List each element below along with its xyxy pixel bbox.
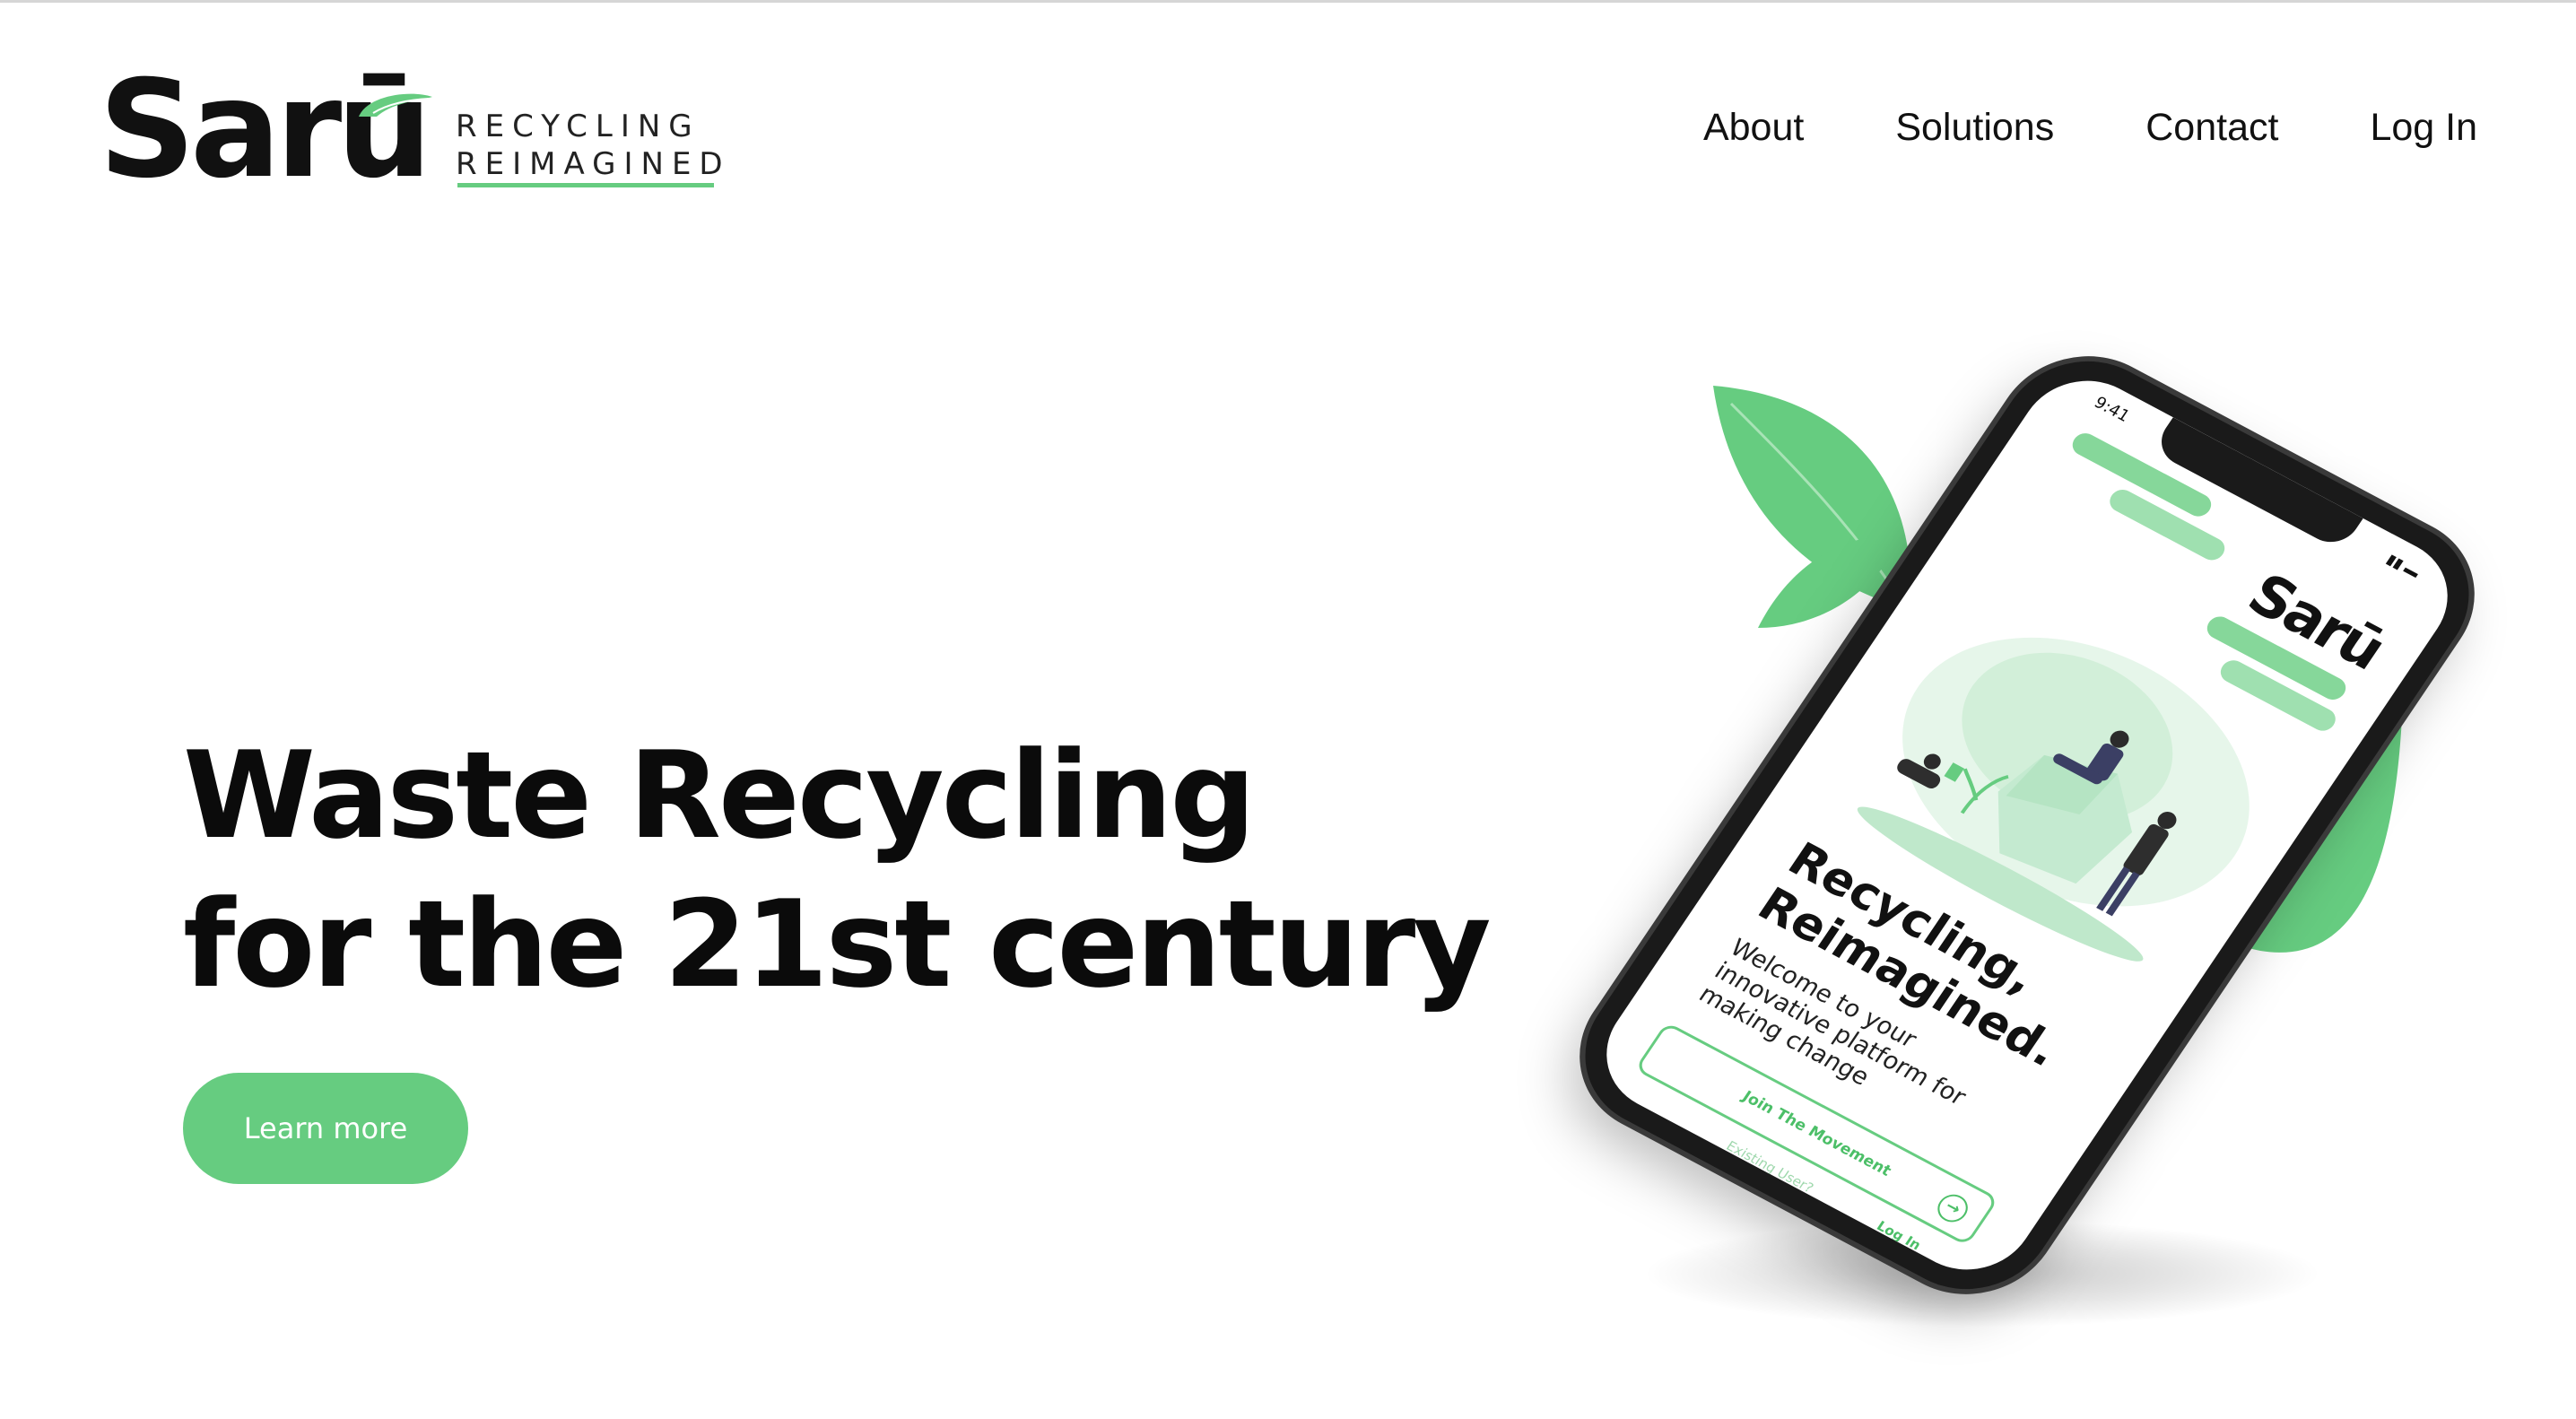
brand-logo[interactable]: Sarū RECYCLING REIMAGINED <box>99 63 744 197</box>
hero-heading-line2: for the 21st century <box>183 875 1492 1014</box>
screen-login-link[interactable]: Log In <box>1874 1218 1924 1253</box>
nav-link-solutions[interactable]: Solutions <box>1895 106 2054 150</box>
nav-link-login[interactable]: Log In <box>2370 106 2477 150</box>
logo-tagline-line2: REIMAGINED <box>456 146 731 182</box>
status-time: 9:41 <box>2090 393 2134 426</box>
logo-wordmark: Sarū <box>99 52 432 208</box>
screen-logo: Sarū <box>2235 562 2396 683</box>
logo-underline <box>457 183 714 187</box>
logo-tagline-line1: RECYCLING <box>456 109 701 144</box>
logo-leaf-icon <box>359 93 432 117</box>
learn-more-button[interactable]: Learn more <box>183 1073 468 1184</box>
top-divider <box>0 0 2576 3</box>
logo-tagline: RECYCLING REIMAGINED <box>456 108 731 183</box>
nav-link-about[interactable]: About <box>1703 106 1804 150</box>
hero-heading-line1: Waste Recycling <box>183 726 1256 866</box>
hero-heading: Waste Recycling for the 21st century <box>183 721 1492 1019</box>
arrow-right-circle-icon: → <box>1931 1189 1974 1227</box>
nav-link-contact[interactable]: Contact <box>2145 106 2278 150</box>
phone-mockup-illustration: 9:41 ▮▮ ▬ Sarū Recycling, Reimagined. We… <box>1489 323 2502 1363</box>
landing-page: Sarū RECYCLING REIMAGINED About Solution… <box>0 0 2576 1419</box>
status-battery-icon: ▮▮ ▬ <box>2383 552 2423 581</box>
main-nav: About Solutions Contact Log In <box>1703 106 2477 150</box>
